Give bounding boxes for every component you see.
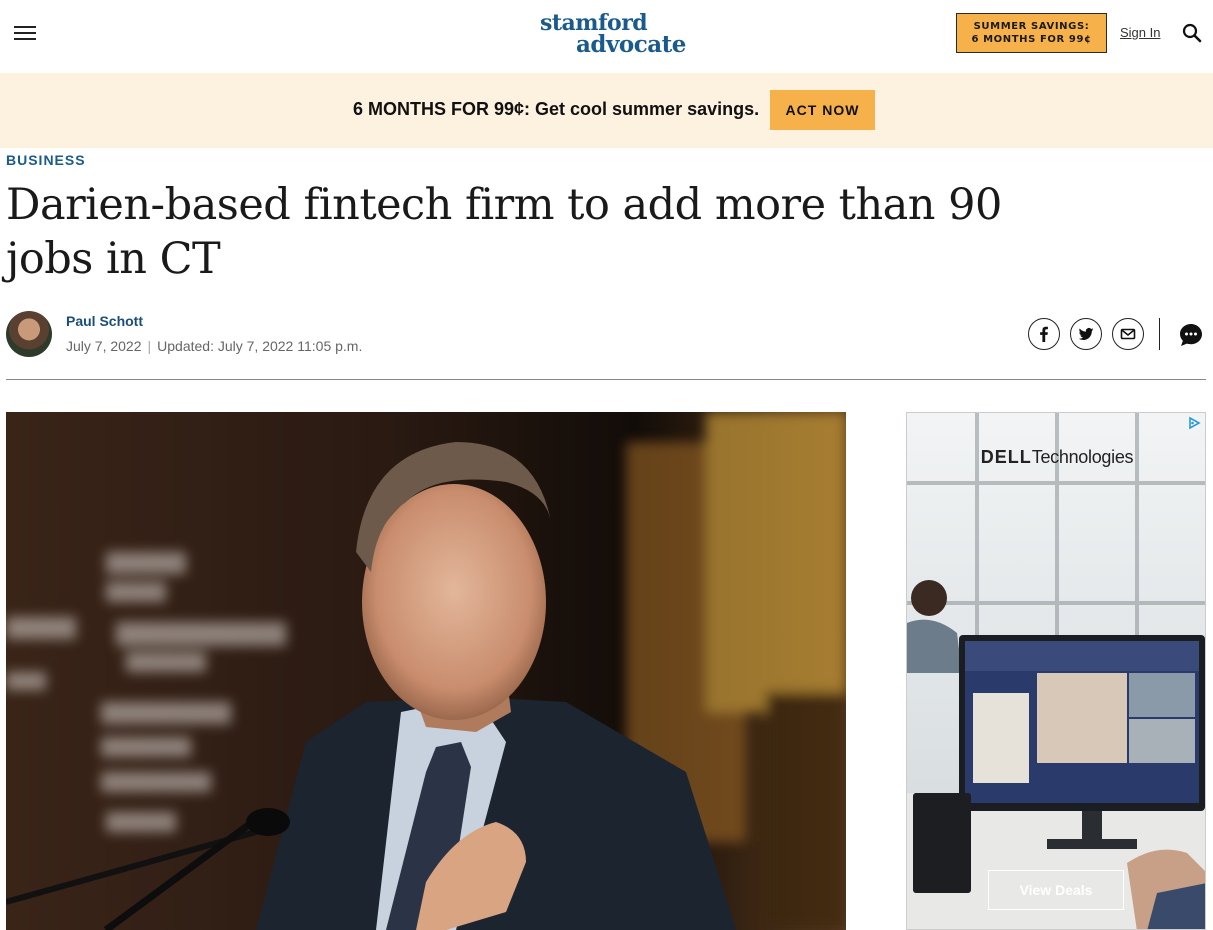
promo-line-1: SUMMER SAVINGS: [973,21,1090,32]
author-name[interactable]: Paul Schott [66,313,143,329]
act-now-button[interactable]: ACT NOW [770,90,875,130]
ad-choices-icon[interactable] [1185,415,1203,430]
email-icon [1120,328,1136,340]
facebook-icon [1040,326,1048,342]
promo-banner-text: 6 MONTHS FOR 99¢: Get cool summer saving… [353,99,760,119]
menu-icon[interactable] [14,26,36,42]
article-dates: July 7, 2022 | Updated: July 7, 2022 11:05… [66,338,362,354]
logo-line-2: advocate [576,31,686,58]
author-avatar[interactable] [6,311,52,357]
article-headline: Darien-based fintech firm to add more th… [6,180,1002,284]
search-icon[interactable] [1182,23,1202,43]
advertisement[interactable]: DELLTechnologies View Deals [906,412,1206,930]
promo-line-2: 6 MONTHS FOR 99¢ [971,34,1092,45]
ad-brand-bold: DELL [980,447,1032,467]
updated-date: Updated: July 7, 2022 11:05 p.m. [157,338,363,354]
share-twitter-button[interactable] [1070,318,1102,350]
published-date: July 7, 2022 [66,338,142,354]
byline-divider [6,379,1206,380]
promo-banner: 6 MONTHS FOR 99¢: Get cool summer saving… [0,73,1213,148]
share-facebook-button[interactable] [1028,318,1060,350]
twitter-icon [1078,327,1094,341]
ad-brand-rest: Technologies [1031,447,1134,467]
site-logo[interactable]: stamford advocate [540,12,690,56]
ad-view-deals-button[interactable]: View Deals [988,870,1124,910]
comment-icon[interactable] [1178,322,1204,348]
subscribe-promo-button[interactable]: SUMMER SAVINGS: 6 MONTHS FOR 99¢ [956,13,1107,53]
ad-brand-logo: DELLTechnologies [907,447,1205,468]
hero-photo[interactable] [6,412,846,930]
share-email-button[interactable] [1112,318,1144,350]
share-divider [1159,318,1160,350]
date-separator: | [147,338,152,354]
sign-in-link[interactable]: Sign In [1120,25,1160,40]
section-label[interactable]: BUSINESS [6,152,86,168]
site-header: stamford advocate SUMMER SAVINGS: 6 MONT… [0,0,1213,73]
